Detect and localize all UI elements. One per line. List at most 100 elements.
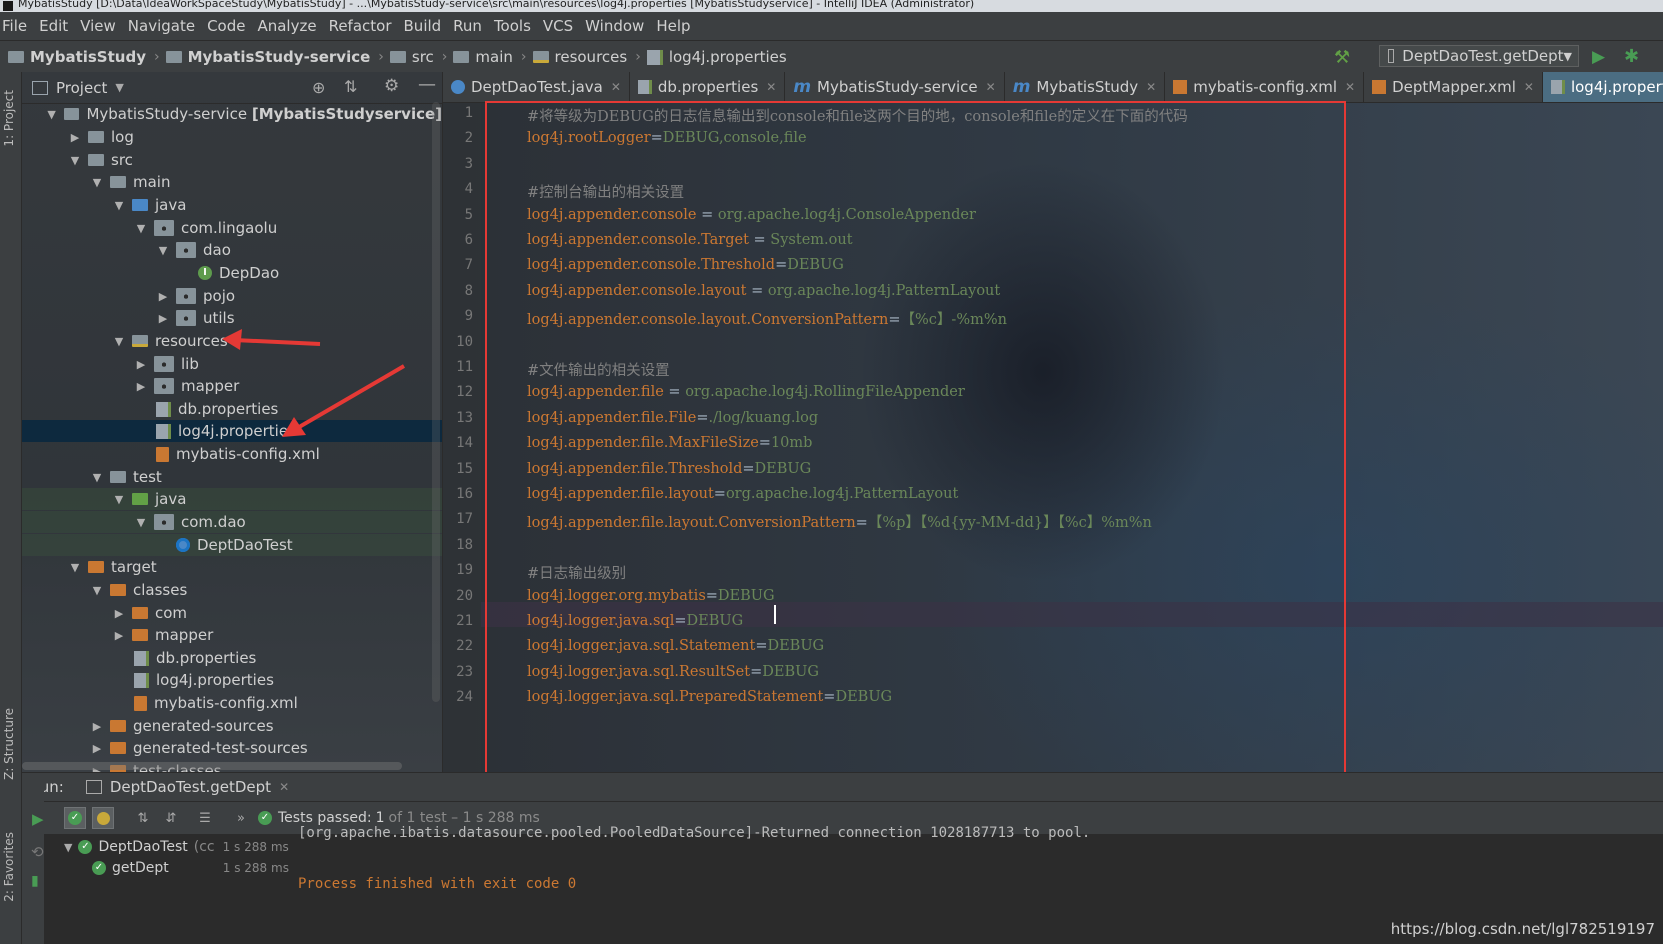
tree-item-pojo[interactable]: ▶ pojo — [22, 285, 442, 307]
tree-item-test[interactable]: ▼ test — [22, 466, 442, 488]
close-icon[interactable]: ✕ — [1524, 80, 1534, 94]
close-icon[interactable]: ✕ — [279, 780, 289, 794]
rerun-icon[interactable]: ▶ — [32, 810, 44, 828]
expanded-arrow-icon[interactable]: ▼ — [90, 584, 104, 597]
tool-tab-favorites[interactable]: 2: Favorites — [2, 832, 16, 902]
collapsed-arrow-icon[interactable]: ▶ — [156, 290, 170, 303]
run-icon[interactable]: ▶ — [1592, 47, 1605, 67]
build-hammer-icon[interactable]: ⚒ — [1334, 47, 1350, 68]
tree-item-package[interactable]: ▼ com.lingaolu — [22, 217, 442, 239]
breadcrumb-project[interactable]: MybatisStudy — [8, 48, 146, 66]
tree-item-dao[interactable]: ▼ dao — [22, 239, 442, 261]
tree-item-classes[interactable]: ▼ classes — [22, 579, 442, 601]
tab-deptdaotest-java[interactable]: DeptDaoTest.java ✕ — [443, 72, 630, 102]
menu-refactor[interactable]: Refactor — [323, 17, 398, 35]
tree-item-com-dao[interactable]: ▼ com.dao — [22, 511, 442, 533]
close-icon[interactable]: ✕ — [1146, 80, 1156, 94]
sort-duration-icon[interactable]: ⇵ — [160, 807, 182, 829]
collapsed-arrow-icon[interactable]: ▶ — [112, 607, 126, 620]
expanded-arrow-icon[interactable]: ▼ — [90, 176, 104, 189]
expanded-arrow-icon[interactable]: ▼ — [112, 335, 126, 348]
collapsed-arrow-icon[interactable]: ▶ — [90, 742, 104, 755]
tree-item-target-mybatis-config[interactable]: mybatis-config.xml — [22, 692, 442, 714]
tree-item-generated-test-sources[interactable]: ▶ generated-test-sources — [22, 737, 442, 759]
collapsed-arrow-icon[interactable]: ▶ — [68, 131, 82, 144]
menu-view[interactable]: View — [74, 17, 122, 35]
expanded-arrow-icon[interactable]: ▼ — [90, 471, 104, 484]
chevron-down-icon[interactable]: ▼ — [115, 81, 123, 94]
breadcrumb-resources[interactable]: resources — [532, 48, 627, 66]
collapsed-arrow-icon[interactable]: ▶ — [112, 629, 126, 642]
expanded-arrow-icon[interactable]: ▼ — [45, 108, 58, 121]
tab-mybatisstudy[interactable]: m MybatisStudy ✕ — [1005, 72, 1166, 102]
collapsed-arrow-icon[interactable]: ▶ — [134, 380, 148, 393]
tree-item-log[interactable]: ▶ log — [22, 126, 442, 148]
project-vertical-scrollbar[interactable] — [432, 102, 440, 702]
collapsed-arrow-icon[interactable]: ▶ — [134, 358, 148, 371]
locate-target-icon[interactable]: ⊕ — [312, 78, 325, 97]
close-icon[interactable]: ✕ — [611, 80, 621, 94]
breadcrumb-module[interactable]: MybatisStudy-service — [165, 48, 370, 66]
menu-vcs[interactable]: VCS — [537, 17, 579, 35]
tool-tab-project[interactable]: 1: Project — [2, 90, 16, 147]
menu-analyze[interactable]: Analyze — [251, 17, 322, 35]
close-icon[interactable]: ✕ — [1345, 80, 1355, 94]
project-horizontal-scrollbar[interactable] — [22, 762, 402, 770]
menu-help[interactable]: Help — [650, 17, 696, 35]
more-icon[interactable]: » — [230, 807, 252, 829]
tab-db-properties[interactable]: db.properties ✕ — [630, 72, 786, 102]
tree-item-deptdaotest[interactable]: DeptDaoTest — [22, 534, 442, 556]
tree-item-main[interactable]: ▼ main — [22, 171, 442, 193]
expanded-arrow-icon[interactable]: ▼ — [112, 493, 126, 506]
gear-icon[interactable]: ⚙ — [384, 76, 399, 96]
tree-item-target-db-properties[interactable]: db.properties — [22, 647, 442, 669]
tree-item-mybatis-config[interactable]: mybatis-config.xml — [22, 443, 442, 465]
expanded-arrow-icon[interactable]: ▼ — [68, 561, 82, 574]
expanded-arrow-icon[interactable]: ▼ — [156, 244, 170, 257]
hide-panel-icon[interactable]: — — [418, 74, 436, 95]
menu-window[interactable]: Window — [579, 17, 650, 35]
close-icon[interactable]: ✕ — [986, 80, 996, 94]
collapsed-arrow-icon[interactable]: ▶ — [90, 720, 104, 733]
test-method-row[interactable]: ✓ getDept 1 s 288 ms — [58, 858, 298, 878]
expand-all-icon[interactable]: ☰ — [194, 807, 216, 829]
run-configuration-select[interactable]: DeptDaoTest.getDept ▼ — [1379, 45, 1579, 67]
show-passed-toggle[interactable]: ✓ — [64, 807, 86, 829]
tree-item-depdao[interactable]: I DepDao — [22, 262, 442, 284]
tab-mybatis-config-xml[interactable]: mybatis-config.xml ✕ — [1165, 72, 1365, 102]
menu-navigate[interactable]: Navigate — [122, 17, 201, 35]
breadcrumb-file[interactable]: log4j.properties — [646, 48, 787, 66]
menu-build[interactable]: Build — [398, 17, 448, 35]
tab-log4j-properties[interactable]: log4j.properties✕ — [1542, 72, 1663, 102]
collapse-all-icon[interactable]: ⇅ — [344, 77, 357, 96]
close-icon[interactable]: ✕ — [766, 80, 776, 94]
show-ignored-toggle[interactable] — [92, 807, 114, 829]
tab-deptmapper-xml[interactable]: DeptMapper.xml ✕ — [1364, 72, 1543, 102]
menu-code[interactable]: Code — [201, 17, 251, 35]
breadcrumb-main[interactable]: main — [453, 48, 513, 66]
debug-bug-icon[interactable]: ✱ — [1624, 46, 1639, 67]
coverage-icon[interactable]: ▮ — [31, 873, 39, 889]
menu-edit[interactable]: Edit — [33, 17, 74, 35]
tree-item-target-mapper[interactable]: ▶ mapper — [22, 624, 442, 646]
breadcrumb-src[interactable]: src — [389, 48, 434, 66]
tree-item-generated-sources[interactable]: ▶ generated-sources — [22, 715, 442, 737]
tree-item-test-java[interactable]: ▼ java — [22, 488, 442, 510]
menu-run[interactable]: Run — [447, 17, 488, 35]
tree-item-src[interactable]: ▼ src — [22, 149, 442, 171]
expanded-arrow-icon[interactable]: ▼ — [64, 841, 72, 854]
menu-file[interactable]: File — [0, 17, 33, 35]
expanded-arrow-icon[interactable]: ▼ — [68, 154, 82, 167]
collapsed-arrow-icon[interactable]: ▶ — [156, 312, 170, 325]
expanded-arrow-icon[interactable]: ▼ — [134, 222, 148, 235]
project-panel-title[interactable]: Project — [56, 79, 107, 97]
menu-tools[interactable]: Tools — [488, 17, 537, 35]
tree-item-module[interactable]: ▼ MybatisStudy-service [MybatisStudyservi… — [22, 103, 442, 125]
sort-alpha-icon[interactable]: ⇅ — [132, 807, 154, 829]
tree-item-com[interactable]: ▶ com — [22, 602, 442, 624]
tab-mybatisstudy-service[interactable]: m MybatisStudy-service ✕ — [785, 72, 1005, 102]
tool-tab-structure[interactable]: Z: Structure — [2, 708, 16, 780]
tree-item-target[interactable]: ▼ target — [22, 556, 442, 578]
test-class-row[interactable]: ▼ ✓ DeptDaoTest (cc 1 s 288 ms — [58, 837, 298, 857]
expanded-arrow-icon[interactable]: ▼ — [112, 199, 126, 212]
